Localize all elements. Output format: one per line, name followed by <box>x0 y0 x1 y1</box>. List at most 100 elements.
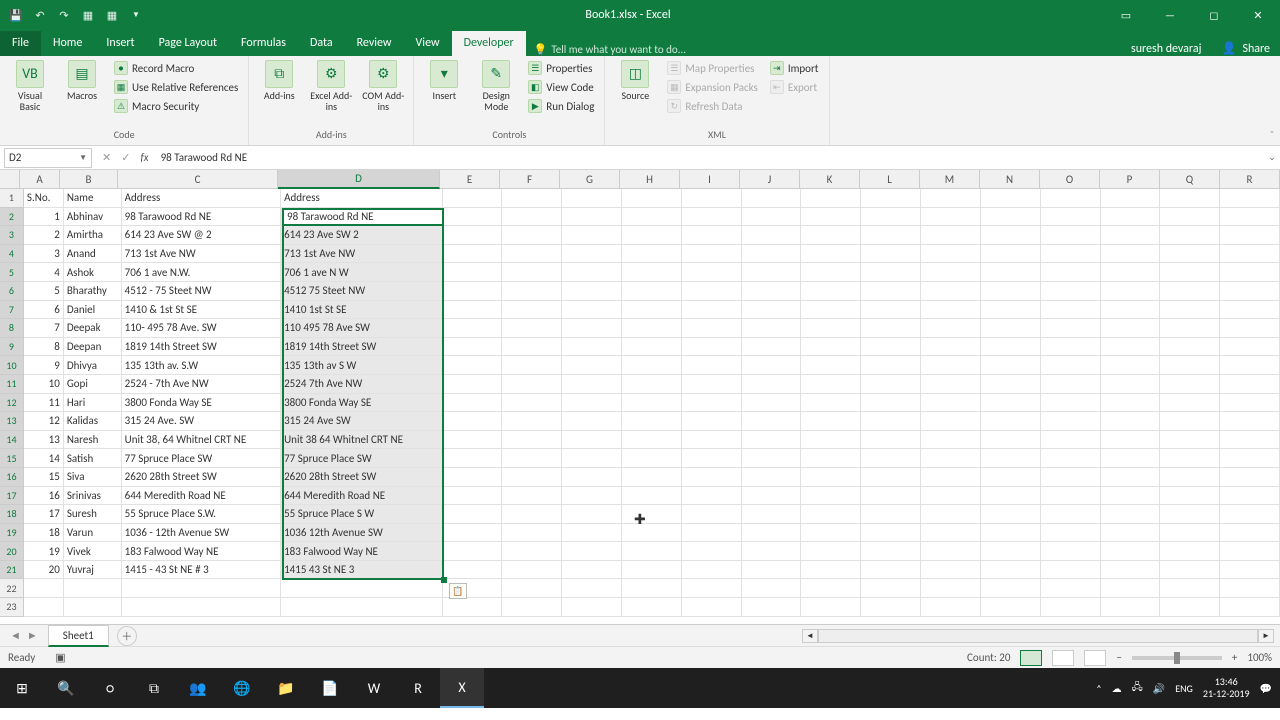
cell[interactable]: Yuvraj <box>64 561 122 580</box>
cell[interactable]: 11 <box>24 394 64 413</box>
cell[interactable] <box>742 282 802 301</box>
cell[interactable] <box>682 505 742 524</box>
cell[interactable] <box>1041 375 1101 394</box>
cell[interactable] <box>981 394 1041 413</box>
zoom-level[interactable]: 100% <box>1247 651 1272 664</box>
cell[interactable] <box>921 431 981 450</box>
cell[interactable] <box>502 208 562 227</box>
cell[interactable]: 8 <box>24 338 64 357</box>
cell[interactable] <box>921 598 981 617</box>
tab-data[interactable]: Data <box>298 31 345 56</box>
qat-icon[interactable]: ▦ <box>80 7 96 23</box>
cell[interactable] <box>562 226 622 245</box>
cell[interactable] <box>622 598 682 617</box>
redo-icon[interactable]: ↷ <box>56 7 72 23</box>
scroll-track[interactable] <box>818 629 1258 643</box>
cell[interactable]: 1819 14th Street SW <box>122 338 281 357</box>
zoom-in-button[interactable]: + <box>1232 651 1237 664</box>
cell[interactable] <box>1160 468 1220 487</box>
chrome-icon[interactable]: 🌐 <box>220 668 264 708</box>
tab-review[interactable]: Review <box>345 31 404 56</box>
cell[interactable] <box>1160 505 1220 524</box>
view-page-layout-button[interactable] <box>1052 650 1074 666</box>
view-code-button[interactable]: ◧View Code <box>526 79 596 95</box>
cell[interactable] <box>861 226 921 245</box>
cell[interactable] <box>502 542 562 561</box>
cell[interactable] <box>443 189 503 208</box>
grid-rows[interactable]: 98 Tarawood Rd NE 📋 ✚ 1S.No.NameAddressA… <box>0 189 1280 624</box>
cell[interactable] <box>562 282 622 301</box>
com-addins-button[interactable]: ⚙COM Add-ins <box>361 60 405 112</box>
row-header[interactable]: 8 <box>0 319 24 338</box>
cell[interactable] <box>921 561 981 580</box>
cell[interactable] <box>1160 245 1220 264</box>
cell[interactable] <box>1101 226 1161 245</box>
cell[interactable] <box>801 282 861 301</box>
cell[interactable]: 77 Spruce Place SW <box>122 449 281 468</box>
cell[interactable] <box>801 375 861 394</box>
cell[interactable] <box>921 356 981 375</box>
cell[interactable] <box>861 524 921 543</box>
col-header-H[interactable]: H <box>620 170 680 188</box>
macros-button[interactable]: ▤Macros <box>60 60 104 101</box>
row-header[interactable]: 1 <box>0 189 24 208</box>
cell[interactable]: Name <box>64 189 122 208</box>
cell[interactable] <box>981 431 1041 450</box>
cell[interactable] <box>1160 561 1220 580</box>
enter-icon[interactable]: ✓ <box>121 151 130 164</box>
col-header-I[interactable]: I <box>680 170 740 188</box>
cell[interactable] <box>1220 524 1280 543</box>
tell-me-search[interactable]: 💡 Tell me what you want to do... <box>526 43 1121 56</box>
cell[interactable] <box>1041 245 1101 264</box>
cell[interactable] <box>502 226 562 245</box>
cell[interactable] <box>1160 412 1220 431</box>
cell[interactable] <box>682 561 742 580</box>
cell[interactable]: 10 <box>24 375 64 394</box>
cell[interactable] <box>921 524 981 543</box>
row-header[interactable]: 2 <box>0 208 24 227</box>
cell[interactable] <box>801 394 861 413</box>
language-indicator[interactable]: ENG <box>1175 682 1193 695</box>
cell[interactable] <box>622 542 682 561</box>
cell[interactable] <box>1160 542 1220 561</box>
cell[interactable] <box>502 449 562 468</box>
cell[interactable] <box>742 431 802 450</box>
cell[interactable] <box>562 338 622 357</box>
zoom-slider[interactable] <box>1132 656 1222 660</box>
formula-input[interactable]: 98 Tarawood Rd NE <box>155 151 1264 164</box>
fill-handle[interactable] <box>441 577 447 583</box>
cell[interactable]: Hari <box>64 394 122 413</box>
cell[interactable] <box>443 505 503 524</box>
volume-icon[interactable]: 🔊 <box>1153 682 1165 695</box>
cell[interactable] <box>443 561 503 580</box>
cell[interactable]: 110- 495 78 Ave. SW <box>122 319 281 338</box>
cell[interactable] <box>981 356 1041 375</box>
cell[interactable] <box>861 431 921 450</box>
cell[interactable] <box>1220 542 1280 561</box>
tab-home[interactable]: Home <box>41 31 94 56</box>
cell[interactable] <box>861 487 921 506</box>
cell[interactable]: 3800 Fonda Way SE <box>122 394 281 413</box>
cell[interactable] <box>1220 487 1280 506</box>
cell[interactable] <box>562 487 622 506</box>
cell[interactable] <box>921 542 981 561</box>
cell[interactable] <box>981 189 1041 208</box>
col-header-E[interactable]: E <box>440 170 500 188</box>
cell[interactable]: 17 <box>24 505 64 524</box>
row-header[interactable]: 23 <box>0 598 24 617</box>
cell[interactable] <box>1041 208 1101 227</box>
cell[interactable]: 2524 7th Ave NW <box>281 375 442 394</box>
undo-icon[interactable]: ↶ <box>32 7 48 23</box>
cell[interactable] <box>562 598 622 617</box>
row-header[interactable]: 22 <box>0 579 24 598</box>
cell[interactable] <box>861 282 921 301</box>
cell[interactable] <box>801 263 861 282</box>
cell[interactable]: Srinivas <box>64 487 122 506</box>
cell[interactable] <box>861 412 921 431</box>
cell[interactable] <box>801 431 861 450</box>
cell[interactable]: Suresh <box>64 505 122 524</box>
cell[interactable] <box>1160 282 1220 301</box>
cell[interactable] <box>1101 598 1161 617</box>
cell[interactable]: 183 Falwood Way NE <box>122 542 281 561</box>
qat-dropdown-icon[interactable]: ▼ <box>128 7 144 23</box>
